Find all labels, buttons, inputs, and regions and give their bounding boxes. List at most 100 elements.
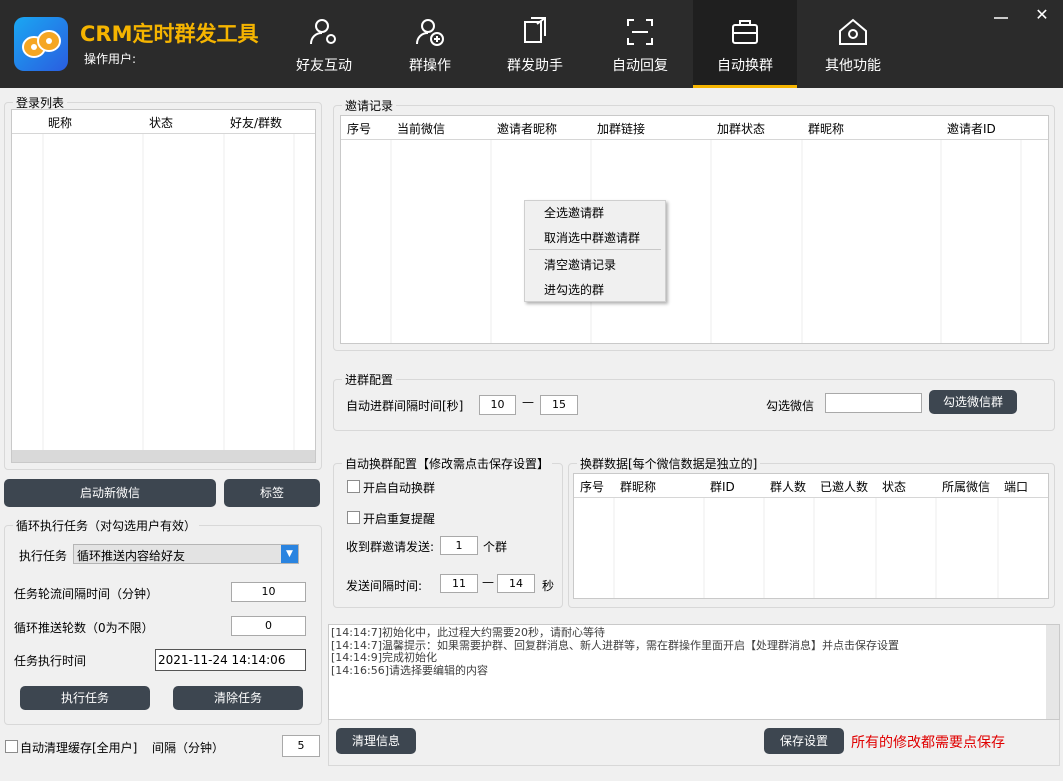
column-header[interactable]: 所属微信: [942, 478, 990, 495]
select-wechat-group-button[interactable]: 勾选微信群: [929, 390, 1017, 414]
vertical-scrollbar[interactable]: [1046, 625, 1059, 719]
horizontal-scrollbar[interactable]: [12, 450, 315, 462]
join-config-title: 进群配置: [342, 371, 397, 388]
log-line: [14:14:9]完成初始化: [331, 651, 437, 665]
nav-label: 自动换群: [717, 58, 773, 74]
menu-item-deselect[interactable]: 取消选中群邀请群: [544, 229, 640, 246]
send-document-icon: [524, 17, 546, 43]
nav-auto-reply[interactable]: 自动回复: [588, 0, 692, 88]
table-header: 昵称 状态 好友/群数: [12, 110, 315, 134]
exec-time-input[interactable]: 2021-11-24 14:14:06: [155, 649, 306, 671]
column-header[interactable]: 序号: [580, 478, 604, 495]
clear-task-button[interactable]: 清除任务: [173, 686, 303, 710]
column-header[interactable]: 端口: [1004, 478, 1028, 495]
column-header[interactable]: 状态: [882, 478, 906, 495]
nav-friend-interaction[interactable]: 好友互动: [272, 0, 376, 88]
rounds-input[interactable]: 0: [231, 616, 306, 636]
column-header[interactable]: 群人数: [770, 478, 806, 495]
switch-data-table[interactable]: 序号 群昵称 群ID 群人数 已邀人数 状态 所属微信 端口: [573, 473, 1049, 599]
user-settings-icon: [310, 19, 336, 45]
auto-reply-icon: [627, 19, 653, 45]
enable-auto-switch-checkbox[interactable]: [347, 480, 360, 493]
loop-task-title: 循环执行任务（对勾选用户有效）: [13, 517, 200, 534]
log-panel[interactable]: [14:14:7]初始化中，此过程大约需要20秒，请耐心等待 [14:14:7]…: [328, 624, 1060, 720]
clear-interval-input[interactable]: 5: [282, 735, 320, 757]
save-warning-text: 所有的修改都需要点保存: [851, 735, 1005, 751]
enable-auto-switch-label: 开启自动换群: [363, 481, 436, 495]
nav-auto-switch-group[interactable]: 自动换群: [693, 0, 797, 88]
column-header[interactable]: 已邀人数: [820, 478, 868, 495]
column-header[interactable]: 状态: [149, 114, 173, 131]
briefcase-icon: [732, 20, 758, 44]
send-interval-max-input[interactable]: 14: [497, 574, 535, 593]
menu-item-join-selected[interactable]: 进勾选的群: [544, 281, 604, 298]
table-header: 序号 当前微信 邀请者昵称 加群链接 加群状态 群昵称 邀请者ID: [341, 116, 1048, 140]
nav-label: 好友互动: [296, 58, 352, 74]
login-list-table[interactable]: 昵称 状态 好友/群数: [11, 109, 316, 463]
app-title: CRM定时群发工具: [80, 22, 259, 46]
start-new-wechat-button[interactable]: 启动新微信: [4, 479, 216, 507]
task-label: 执行任务: [19, 549, 68, 563]
send-interval-min-input[interactable]: 11: [440, 574, 478, 593]
column-header[interactable]: 序号: [347, 120, 371, 137]
log-line: [14:14:7]初始化中，此过程大约需要20秒，请耐心等待: [331, 626, 605, 639]
auto-clear-checkbox[interactable]: [5, 740, 18, 753]
column-header[interactable]: 当前微信: [397, 120, 445, 137]
column-header[interactable]: 加群状态: [717, 120, 765, 137]
nav-group-operations[interactable]: 群操作: [378, 0, 482, 88]
tag-button[interactable]: 标签: [224, 479, 320, 507]
task-select[interactable]: 循环推送内容给好友 ▼: [73, 544, 299, 564]
minimize-icon[interactable]: [992, 8, 1010, 22]
save-settings-button[interactable]: 保存设置: [764, 728, 844, 754]
interval-input[interactable]: 10: [231, 582, 306, 602]
table-header: 序号 群昵称 群ID 群人数 已邀人数 状态 所属微信 端口: [574, 474, 1048, 498]
invite-records-title: 邀请记录: [342, 97, 397, 114]
close-icon[interactable]: ✕: [1033, 6, 1051, 24]
add-user-icon: [416, 19, 444, 46]
nav-label: 群发助手: [507, 58, 563, 74]
log-line: [14:16:56]请选择要编辑的内容: [331, 663, 488, 677]
nav-other-functions[interactable]: 其他功能: [801, 0, 905, 88]
column-header[interactable]: 加群链接: [597, 120, 645, 137]
nav-label: 群操作: [409, 58, 451, 74]
menu-divider: [529, 249, 661, 250]
clear-info-button[interactable]: 清理信息: [336, 728, 416, 754]
home-gear-icon: [839, 18, 867, 45]
repeat-remind-checkbox[interactable]: [347, 511, 360, 524]
column-header[interactable]: 邀请者ID: [947, 120, 996, 137]
table-gridlines: [42, 134, 295, 452]
send-count-label: 收到群邀请发送:: [346, 540, 435, 554]
column-header[interactable]: 好友/群数: [230, 114, 282, 131]
column-header[interactable]: 群昵称: [620, 478, 656, 495]
execute-task-button[interactable]: 执行任务: [20, 686, 150, 710]
menu-item-clear-records[interactable]: 清空邀请记录: [544, 256, 616, 273]
column-header[interactable]: 群昵称: [808, 120, 844, 137]
seconds-unit: 秒: [542, 579, 555, 593]
table-gridlines: [613, 498, 999, 598]
range-dash: —: [522, 395, 534, 409]
rounds-label: 循环推送轮数（0为不限）: [14, 621, 154, 635]
column-header[interactable]: 昵称: [48, 114, 72, 131]
switch-data-title: 换群数据[每个微信数据是独立的]: [577, 455, 761, 472]
exec-time-label: 任务执行时间: [14, 654, 87, 668]
invite-records-table[interactable]: 序号 当前微信 邀请者昵称 加群链接 加群状态 群昵称 邀请者ID: [340, 115, 1049, 344]
auto-switch-config-title: 自动换群配置【修改需点击保存设置】: [342, 455, 553, 472]
context-menu: 全选邀请群 取消选中群邀请群 清空邀请记录 进勾选的群: [524, 200, 666, 302]
select-wechat-input[interactable]: [825, 393, 922, 413]
range-dash: —: [482, 575, 494, 589]
join-interval-min-input[interactable]: 10: [479, 395, 516, 415]
interval-label: 任务轮流间隔时间（分钟）: [14, 587, 159, 601]
nav-label: 自动回复: [612, 58, 668, 74]
send-count-unit: 个群: [483, 540, 508, 554]
column-header[interactable]: 群ID: [710, 478, 735, 495]
send-count-input[interactable]: 1: [440, 536, 478, 555]
join-interval-max-input[interactable]: 15: [540, 395, 578, 415]
auto-clear-label: 自动清理缓存[全用户]: [20, 741, 138, 755]
title-bar: CRM定时群发工具 操作用户: 好友互动 群操作 群发助手 自动回复 自动换群 …: [0, 0, 1063, 88]
chevron-down-icon[interactable]: ▼: [281, 545, 298, 563]
operator-label: 操作用户:: [84, 52, 137, 66]
column-header[interactable]: 邀请者昵称: [497, 120, 557, 137]
menu-item-select-all[interactable]: 全选邀请群: [544, 204, 604, 221]
nav-broadcast-assistant[interactable]: 群发助手: [483, 0, 587, 88]
select-wechat-label: 勾选微信: [766, 399, 815, 413]
